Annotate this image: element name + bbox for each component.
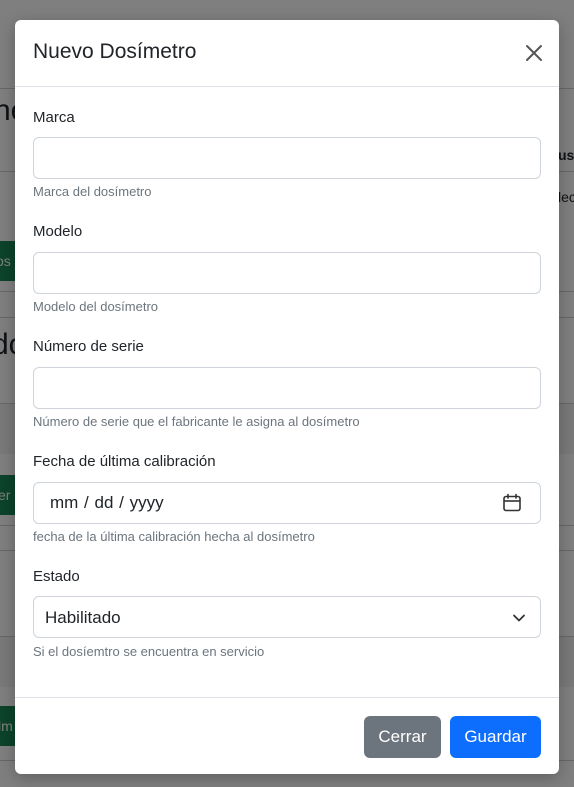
modal-title: Nuevo Dosímetro <box>33 40 197 63</box>
chevron-down-icon <box>513 614 525 622</box>
new-dosimeter-modal: Nuevo Dosímetro Marca Marca del dosímetr… <box>15 20 559 774</box>
estado-select[interactable]: Habilitado <box>33 596 541 638</box>
serial-number-label: Número de serie <box>33 338 144 355</box>
modelo-help-text: Modelo del dosímetro <box>33 299 159 314</box>
modal-footer: Cerrar Guardar <box>15 697 559 774</box>
serial-number-help-text: Número de serie que el fabricante le asi… <box>33 414 360 429</box>
estado-label: Estado <box>33 568 80 585</box>
close-modal-button[interactable]: Cerrar <box>364 716 441 758</box>
calibration-date-label: Fecha de última calibración <box>33 453 216 470</box>
marca-input[interactable] <box>33 137 541 179</box>
calibration-date-input[interactable]: mm / dd / yyyy <box>33 482 541 524</box>
estado-selected-value: Habilitado <box>45 608 121 627</box>
modal-header: Nuevo Dosímetro <box>15 20 559 87</box>
close-icon <box>526 45 542 61</box>
close-button[interactable] <box>523 42 545 64</box>
calibration-date-help-text: fecha de la última calibración hecha al … <box>33 529 315 544</box>
modelo-input[interactable] <box>33 252 541 294</box>
save-button[interactable]: Guardar <box>450 716 541 758</box>
marca-help-text: Marca del dosímetro <box>33 184 152 199</box>
date-placeholder: mm / dd / yyyy <box>50 493 164 512</box>
calendar-icon[interactable] <box>502 493 522 513</box>
estado-help-text: Si el dosíemtro se encuentra en servicio <box>33 644 265 659</box>
serial-number-input[interactable] <box>33 367 541 409</box>
modelo-label: Modelo <box>33 223 83 240</box>
marca-label: Marca <box>33 109 75 126</box>
